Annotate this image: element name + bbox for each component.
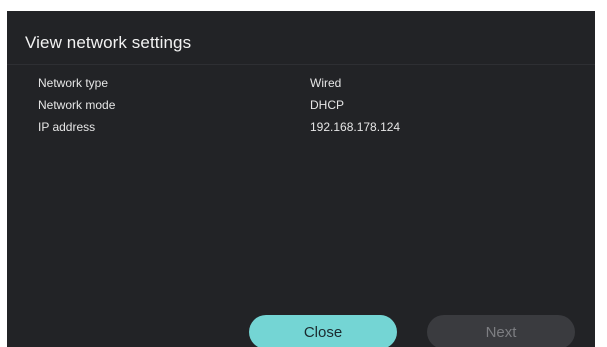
setting-row-ip-address: IP address 192.168.178.124 (7, 109, 595, 134)
setting-label: IP address (38, 120, 96, 134)
dialog-title: View network settings (25, 33, 192, 52)
setting-value: 192.168.178.124 (310, 120, 401, 134)
dialog-header: View network settings (7, 11, 595, 65)
next-button[interactable]: Next (427, 315, 575, 347)
network-settings-dialog: View network settings Network type Wired… (7, 11, 595, 347)
close-button[interactable]: Close (249, 315, 397, 347)
setting-row-network-mode: Network mode DHCP (7, 87, 595, 112)
setting-row-network-type: Network type Wired (7, 65, 595, 90)
settings-list: Network type Wired Network mode DHCP IP … (7, 65, 595, 134)
